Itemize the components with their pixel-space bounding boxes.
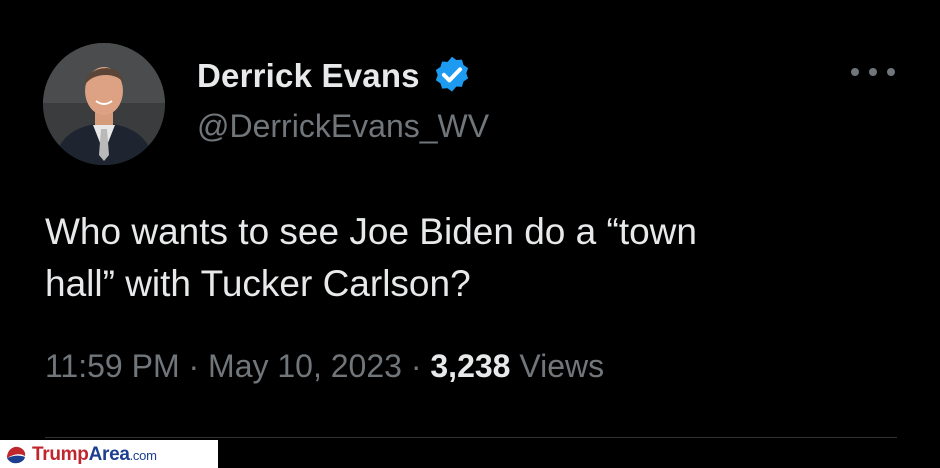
tweet-text-line: hall” with Tucker Carlson? [45, 263, 471, 304]
views-count: 3,238 [430, 348, 511, 384]
avatar[interactable] [43, 43, 165, 165]
verified-badge-icon[interactable] [430, 54, 474, 98]
tweet-date[interactable]: May 10, 2023 [208, 348, 402, 384]
watermark-text: TrumpArea.com [32, 444, 157, 466]
dot-icon [851, 68, 859, 76]
meta-separator: · [410, 348, 422, 384]
watermark-brand-part2: Area [88, 444, 130, 465]
watermark-domain: .com [129, 448, 157, 463]
dot-icon [869, 68, 877, 76]
author-display-name[interactable]: Derrick Evans [197, 57, 420, 95]
profile-photo-icon [43, 43, 165, 165]
watermark-brand-part1: Trump [32, 444, 89, 465]
tweet-meta: 11:59 PM · May 10, 2023 · 3,238 Views [45, 348, 604, 385]
watermark: TrumpArea.com [4, 443, 157, 467]
meta-separator: · [188, 348, 200, 384]
views-label: Views [519, 348, 605, 384]
divider [45, 437, 897, 438]
more-options-icon[interactable] [851, 62, 895, 82]
tweet-time[interactable]: 11:59 PM [45, 348, 180, 384]
author-handle[interactable]: @DerrickEvans_WV [197, 108, 489, 145]
author-name-row: Derrick Evans [197, 54, 474, 98]
tweet-text: Who wants to see Joe Biden do a “town ha… [45, 206, 905, 310]
tweet-text-line: Who wants to see Joe Biden do a “town [45, 211, 697, 252]
trumparea-logo-icon [7, 446, 26, 464]
dot-icon [887, 68, 895, 76]
